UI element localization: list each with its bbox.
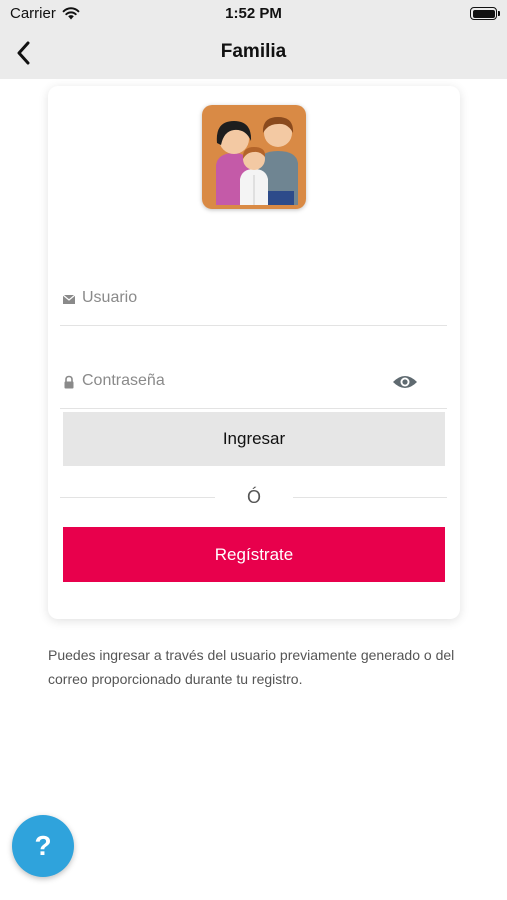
username-field xyxy=(60,282,447,326)
nav-bar: Familia xyxy=(0,28,507,79)
username-input[interactable] xyxy=(82,284,382,312)
status-bar: Carrier 1:52 PM xyxy=(0,0,507,28)
divider-right xyxy=(293,497,447,498)
help-button[interactable]: ? xyxy=(12,815,74,877)
envelope-icon xyxy=(62,294,76,304)
lock-icon xyxy=(64,375,74,389)
password-field xyxy=(60,365,447,409)
divider-left xyxy=(60,497,215,498)
password-input[interactable] xyxy=(82,367,382,395)
login-card: Ingresar Ó Regístrate xyxy=(48,86,460,619)
eye-icon[interactable] xyxy=(392,373,418,391)
battery-icon xyxy=(470,7,500,20)
register-button[interactable]: Regístrate xyxy=(63,527,445,582)
family-icon xyxy=(202,105,306,209)
status-time: 1:52 PM xyxy=(225,5,282,22)
help-icon: ? xyxy=(34,830,52,861)
divider-label: Ó xyxy=(246,487,261,507)
info-text: Puedes ingresar a través del usuario pre… xyxy=(48,647,455,687)
header: Carrier 1:52 PM Familia xyxy=(0,0,507,79)
login-button[interactable]: Ingresar xyxy=(63,412,445,466)
page-title: Familia xyxy=(220,41,287,62)
